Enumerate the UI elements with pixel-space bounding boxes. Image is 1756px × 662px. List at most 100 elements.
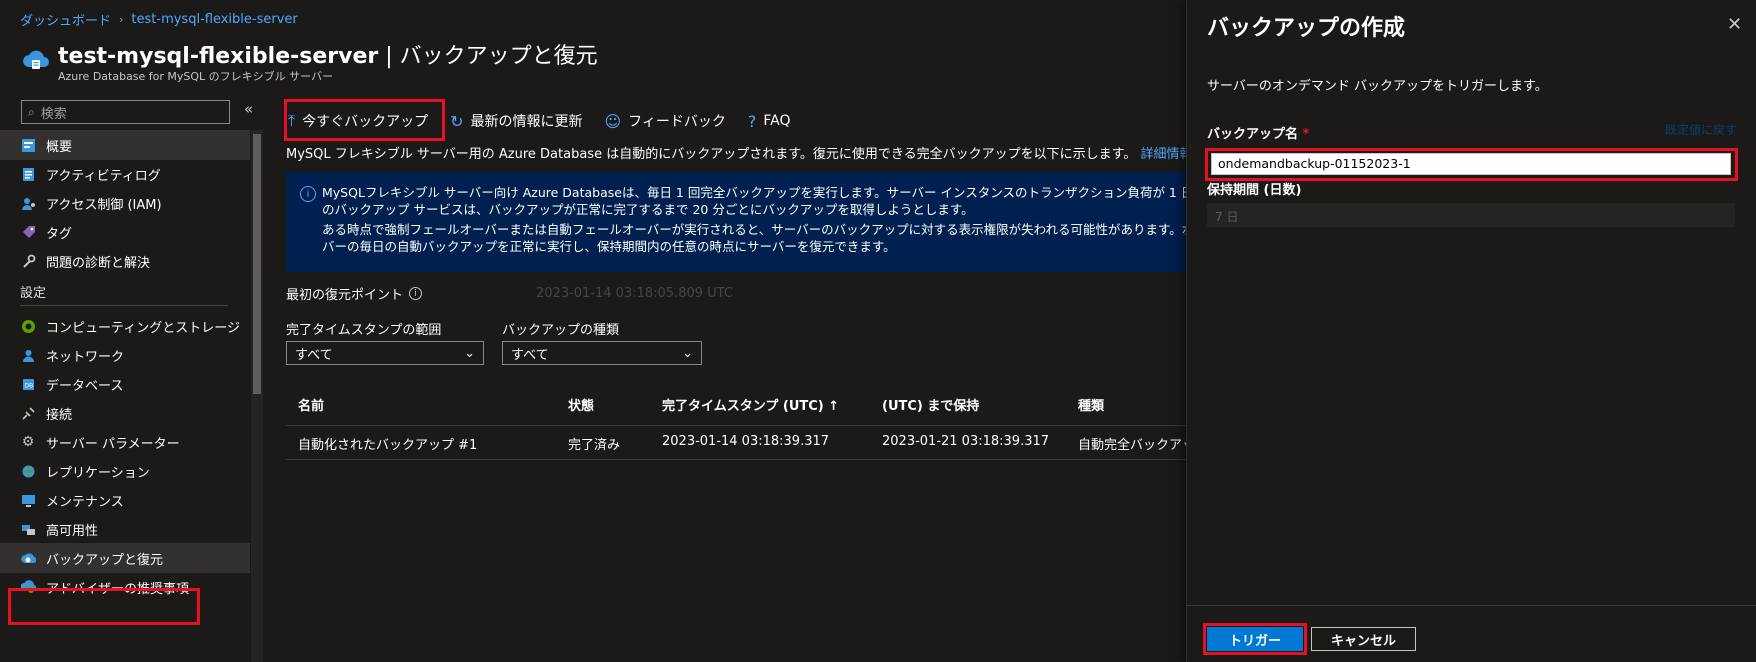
svg-text:DB: DB [24,382,33,389]
cell-name: 自動化されたバックアップ #1 [298,438,478,453]
search-placeholder: 検索 [40,106,67,122]
filter-type-value: すべて [511,347,549,363]
sidebar-item-label: 問題の診断と解決 [46,255,151,271]
reset-default-link[interactable]: 既定値に戻す [1665,121,1737,138]
retention-field: 7 日 [1207,203,1735,227]
column-header-status[interactable]: 状態 [568,395,594,414]
page-title-resource: test-mysql-flexible-server [58,44,379,69]
sidebar-item-network[interactable]: ネットワーク [0,340,250,370]
gear-icon: ⚙ [21,434,35,450]
sidebar-item-label: データベース [46,378,124,394]
sidebar-item-database[interactable]: DB データベース [0,369,250,399]
info-line-1: MySQLフレキシブル サーバー向け Azure Databaseは、毎日 1 … [322,185,1243,200]
refresh-button[interactable]: ↻ 最新の情報に更新 [450,111,582,131]
search-icon: ⌕ [28,104,35,119]
info-icon: i [300,186,316,202]
sidebar-divider [20,305,228,306]
sidebar-item-advisor[interactable]: アドバイザーの推奨事項 [0,572,250,602]
cancel-button[interactable]: キャンセル [1311,627,1416,651]
first-restore-point-value: 2023-01-14 03:18:05.809 UTC [536,286,733,301]
breadcrumb-home-link[interactable]: ダッシュボード [20,10,111,29]
sidebar-item-tags[interactable]: タグ [0,217,250,247]
column-header-completed[interactable]: 完了タイムスタンプ (UTC) ↑ [662,395,839,414]
filter-type-select[interactable]: すべて ⌄ [502,341,702,365]
database-icon: DB [20,376,36,392]
plug-icon [20,405,36,421]
intro-sentence: MySQL フレキシブル サーバー用の Azure Database は自動的に… [286,147,1137,162]
backup-now-label: 今すぐバックアップ [302,114,429,130]
overview-icon [20,137,36,153]
chevron-down-icon: ⌄ [682,345,693,361]
advisor-icon [20,579,36,595]
cell-completed: 2023-01-14 03:18:39.317 [662,434,830,449]
first-restore-point-text: 最初の復元ポイント [286,288,404,303]
sidebar-item-diagnose[interactable]: 問題の診断と解決 [0,246,250,276]
filter-range-select[interactable]: すべて ⌄ [286,341,484,365]
filter-range-value: すべて [295,347,333,363]
ha-icon [20,521,36,537]
refresh-label: 最新の情報に更新 [470,114,583,130]
cell-retain-until: 2023-01-21 03:18:39.317 [882,434,1050,449]
backup-now-button[interactable]: ⤒ 今すぐバックアップ [288,111,428,131]
page-title: test-mysql-flexible-server | バックアップと復元 [58,38,598,70]
sidebar-scrollbar[interactable] [251,130,263,662]
sidebar-item-iam[interactable]: アクセス制御 (IAM) [0,188,250,218]
intro-text: MySQL フレキシブル サーバー用の Azure Database は自動的に… [286,143,1208,162]
sidebar-item-overview[interactable]: 概要 [0,130,250,160]
sidebar-item-label: 接続 [46,407,73,423]
sidebar-item-label: アクティビティログ [46,168,161,184]
refresh-icon: ↻ [450,111,464,131]
sidebar-item-label: サーバー パラメーター [46,436,180,452]
sidebar-item-label: 高可用性 [46,523,99,539]
table-row-divider [286,459,1186,460]
sidebar-item-label: アドバイザーの推奨事項 [46,581,190,597]
close-icon[interactable]: ✕ [1727,14,1742,35]
create-backup-panel: バックアップの作成 ✕ サーバーのオンデマンド バックアップをトリガーします。 … [1186,0,1756,662]
sidebar-item-high-availability[interactable]: 高可用性 [0,514,250,544]
panel-description: サーバーのオンデマンド バックアップをトリガーします。 [1207,79,1548,94]
breadcrumb: ダッシュボード › test-mysql-flexible-server [20,10,298,29]
sidebar-scrollbar-thumb[interactable] [253,134,261,394]
globe-icon [20,463,36,479]
iam-icon [20,195,36,211]
sidebar-item-backup-restore[interactable]: バックアップと復元 [0,543,250,573]
learn-more-link[interactable]: 詳細情報 [1141,147,1193,162]
backup-name-input[interactable]: ondemandbackup-01152023-1 [1211,153,1731,175]
sidebar-section-settings: 設定 [20,286,47,301]
sidebar-item-label: コンピューティングとストレージ [46,320,240,336]
trigger-button[interactable]: トリガー [1207,627,1303,651]
feedback-button[interactable]: ☺ フィードバック [604,111,725,131]
faq-button[interactable]: ? FAQ [748,112,791,131]
breadcrumb-current-link[interactable]: test-mysql-flexible-server [131,12,297,27]
sidebar-item-connect[interactable]: 接続 [0,398,250,428]
feedback-icon: ☺ [604,111,622,131]
sidebar-item-replication[interactable]: レプリケーション [0,456,250,486]
sidebar-item-label: ネットワーク [46,349,125,365]
maintenance-icon [20,492,36,508]
page-subtitle: Azure Database for MySQL のフレキシブル サーバー [58,70,334,83]
more-options-button[interactable]: … [553,40,571,61]
panel-footer-divider [1187,605,1756,606]
sidebar-item-server-parameters[interactable]: ⚙ サーバー パラメーター [0,427,250,457]
network-icon [20,347,36,363]
sidebar-search-input[interactable]: ⌕ 検索 [21,100,230,124]
info-line-3: ある時点で強制フェールオーバーまたは自動フェールオーバーが実行されると、サーバー… [322,222,1220,237]
sidebar-item-compute-storage[interactable]: コンピューティングとストレージ [0,311,250,341]
mysql-server-icon [23,50,49,69]
column-header-type[interactable]: 種類 [1078,395,1104,414]
sidebar-item-maintenance[interactable]: メンテナンス [0,485,250,515]
feedback-label: フィードバック [628,114,726,130]
column-header-retain-until[interactable]: (UTC) まで保持 [882,395,979,414]
table-header-divider [286,425,1186,426]
sidebar-item-label: アクセス制御 (IAM) [46,197,162,213]
column-header-name[interactable]: 名前 [298,395,324,414]
tag-icon [20,224,36,240]
info-tooltip-icon[interactable]: i [409,287,423,300]
cell-type: 自動完全バックアッ [1078,438,1196,453]
backup-icon [20,550,36,566]
collapse-sidebar-button[interactable]: « [244,100,253,118]
sidebar-item-activity-log[interactable]: アクティビティログ [0,159,250,189]
command-toolbar: ⤒ 今すぐバックアップ ↻ 最新の情報に更新 ☺ フィードバック ? FAQ [288,104,813,138]
chevron-down-icon: ⌄ [464,345,475,361]
faq-label: FAQ [763,113,791,129]
